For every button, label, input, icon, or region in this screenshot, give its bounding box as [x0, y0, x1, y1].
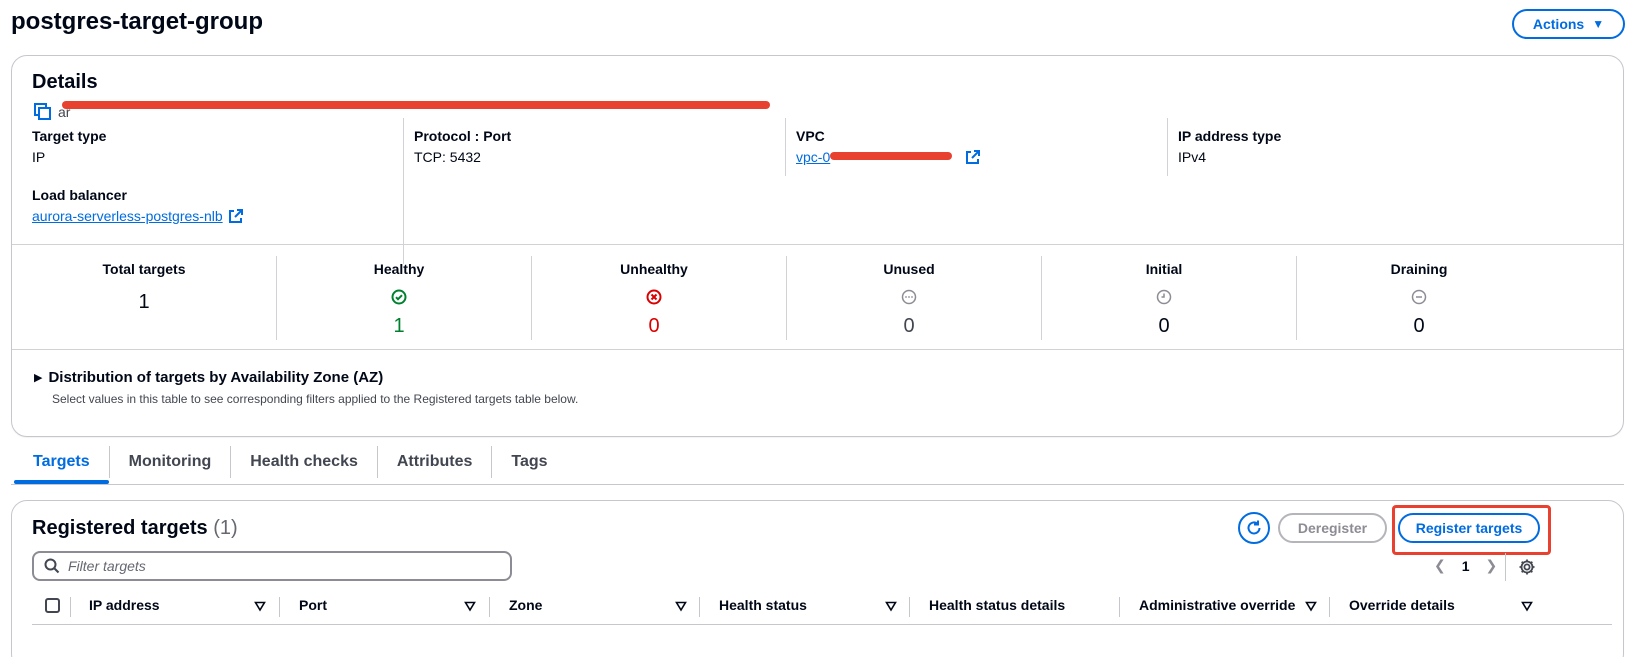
table-header: IP address Port Zone Health status Healt… [32, 597, 1612, 617]
pagination: ❮ 1 ❯ [1426, 557, 1505, 574]
search-icon [44, 558, 60, 574]
column-override-details[interactable]: Override details [1349, 597, 1455, 613]
sort-icon[interactable] [675, 600, 687, 612]
sort-icon[interactable] [464, 600, 476, 612]
section-divider [12, 244, 1623, 245]
details-card: Details ar Target type IP Protocol : Por… [11, 55, 1624, 437]
gear-icon[interactable] [1518, 558, 1536, 576]
column-port[interactable]: Port [299, 597, 327, 613]
target-type-field: Target type IP [32, 128, 106, 165]
filter-targets-field[interactable] [32, 551, 512, 581]
target-type-label: Target type [32, 128, 107, 144]
actions-button[interactable]: Actions ▼ [1512, 9, 1625, 39]
vpc-label: VPC [796, 128, 825, 144]
external-link-icon [966, 149, 981, 164]
stat-value: 0 [903, 315, 915, 337]
column-ip-address[interactable]: IP address [89, 597, 160, 613]
stat-label: Total targets [102, 261, 186, 277]
tab-bar: Targets Monitoring Health checks Attribu… [14, 446, 567, 484]
column-health-status[interactable]: Health status [719, 597, 807, 613]
stat-label: Unhealthy [620, 261, 688, 277]
vpc-field: VPC vpc-0 [796, 128, 981, 167]
tab-tags[interactable]: Tags [491, 446, 566, 478]
check-circle-icon [391, 289, 407, 305]
sort-icon[interactable] [1305, 600, 1317, 612]
stat-total-targets: Total targets 1 [12, 261, 276, 314]
column-divider [785, 118, 786, 176]
stat-label: Healthy [373, 261, 425, 277]
column-zone[interactable]: Zone [509, 597, 542, 613]
load-balancer-field: Load balancer aurora-serverless-postgres… [32, 187, 243, 226]
stat-initial: Initial 0 [1032, 261, 1296, 338]
stat-label: Draining [1390, 261, 1448, 277]
protocol-port-label: Protocol : Port [414, 128, 512, 144]
ip-type-field: IP address type IPv4 [1178, 128, 1281, 165]
page-number[interactable]: 1 [1454, 558, 1478, 574]
tab-bar-divider [11, 484, 1624, 485]
external-link-icon [228, 208, 243, 223]
stat-value: 0 [1158, 315, 1170, 337]
stat-unhealthy: Unhealthy 0 [522, 261, 786, 338]
redaction-mark [830, 152, 952, 160]
section-divider [12, 349, 1623, 350]
sort-icon[interactable] [254, 600, 266, 612]
minus-circle-icon [1411, 289, 1427, 305]
stat-draining: Draining 0 [1287, 261, 1551, 338]
refresh-button[interactable] [1238, 512, 1270, 544]
distribution-description: Select values in this table to see corre… [52, 392, 579, 406]
registered-targets-title: Registered targets [32, 517, 208, 539]
stat-unused: Unused 0 [777, 261, 1041, 338]
protocol-port-field: Protocol : Port TCP: 5432 [414, 128, 511, 165]
stat-label: Initial [1145, 261, 1183, 277]
target-type-value: IP [32, 149, 46, 165]
highlight-annotation [1392, 505, 1551, 555]
column-health-status-details[interactable]: Health status details [929, 597, 1065, 613]
load-balancer-label: Load balancer [32, 187, 127, 203]
details-heading: Details [32, 71, 98, 93]
tab-monitoring[interactable]: Monitoring [108, 446, 231, 478]
caret-down-icon: ▼ [1592, 17, 1605, 31]
actions-button-label: Actions [1532, 16, 1585, 32]
distribution-title: Distribution of targets by Availability … [48, 369, 384, 386]
pager-divider [1505, 553, 1506, 581]
registered-targets-count: (1) [213, 517, 238, 539]
ip-type-value: IPv4 [1178, 149, 1207, 165]
select-all-checkbox[interactable] [45, 598, 60, 613]
chevron-left-icon[interactable]: ❮ [1426, 557, 1454, 574]
ip-type-label: IP address type [1178, 128, 1282, 144]
tab-attributes[interactable]: Attributes [376, 446, 492, 478]
column-divider [1167, 118, 1168, 176]
column-divider [403, 118, 404, 264]
load-balancer-value: aurora-serverless-postgres-nlb [32, 208, 223, 224]
chevron-right-icon[interactable]: ❯ [1478, 557, 1506, 574]
vpc-value: vpc-0 [796, 149, 831, 165]
refresh-icon [1247, 520, 1261, 535]
stat-label: Unused [883, 261, 935, 277]
stat-value: 0 [648, 315, 660, 337]
ellipsis-circle-icon [901, 289, 917, 305]
distribution-expander[interactable]: ▶ Distribution of targets by Availabilit… [34, 369, 383, 386]
stat-healthy: Healthy 1 [267, 261, 531, 338]
protocol-port-value: TCP: 5432 [414, 149, 481, 165]
sort-icon[interactable] [1521, 600, 1533, 612]
registered-targets-card: Registered targets (1) Deregister Regist… [11, 500, 1624, 657]
caret-right-icon: ▶ [34, 372, 43, 384]
clock-icon [1156, 289, 1172, 305]
sort-icon[interactable] [885, 600, 897, 612]
tab-targets[interactable]: Targets [14, 446, 109, 484]
deregister-button[interactable]: Deregister [1278, 513, 1387, 543]
filter-targets-input[interactable] [68, 558, 488, 574]
load-balancer-link[interactable]: aurora-serverless-postgres-nlb [32, 208, 243, 224]
stat-value: 1 [393, 315, 405, 337]
stat-value: 0 [1413, 315, 1425, 337]
stat-value: 1 [138, 291, 150, 313]
tab-health-checks[interactable]: Health checks [230, 446, 377, 478]
redaction-mark [62, 101, 770, 109]
copy-icon[interactable] [34, 103, 52, 121]
page-title: postgres-target-group [11, 8, 263, 35]
column-administrative-override[interactable]: Administrative override [1139, 597, 1295, 613]
registered-targets-heading: Registered targets (1) [32, 517, 238, 540]
x-circle-icon [646, 289, 662, 305]
table-header-divider [32, 624, 1612, 625]
